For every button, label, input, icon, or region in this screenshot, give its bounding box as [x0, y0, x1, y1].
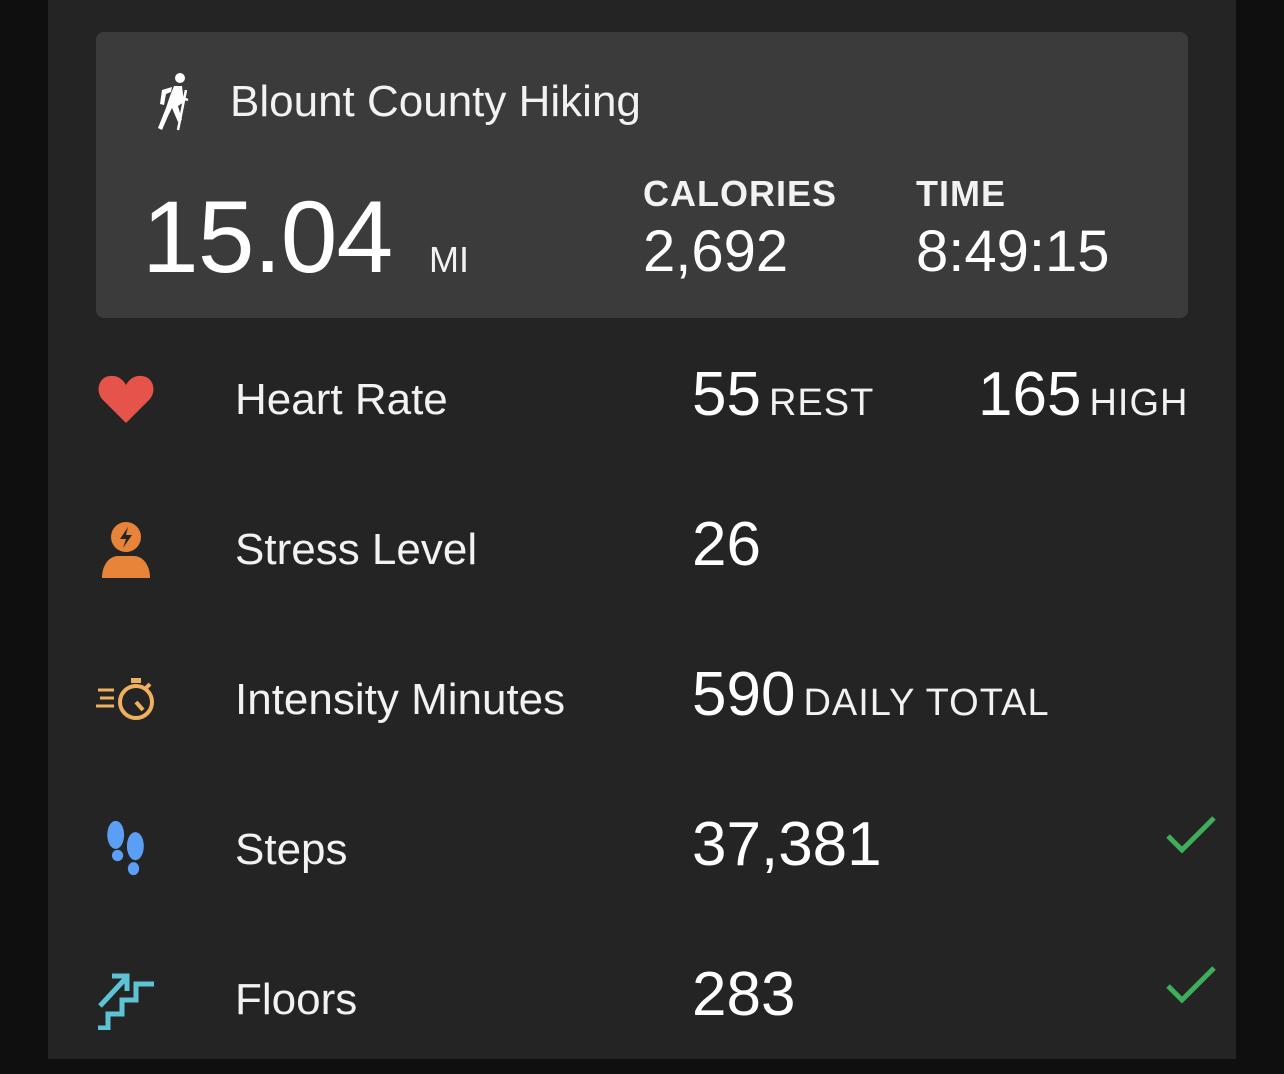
stress-level-label: Stress Level — [235, 525, 478, 574]
steps-goal-check-icon — [1166, 816, 1216, 854]
footprints-icon — [107, 820, 144, 876]
calories-label: CALORIES — [643, 173, 838, 214]
stopwatch-icon — [96, 678, 154, 720]
stress-level-row[interactable]: Stress Level 26 — [96, 474, 1188, 624]
floors-value: 283 — [692, 960, 796, 1029]
intensity-minutes-unit: DAILY TOTAL — [803, 682, 1050, 724]
stairs-icon — [98, 973, 154, 1030]
heart-icon — [98, 375, 154, 423]
heart-rate-high-value: 165 — [978, 360, 1082, 429]
intensity-minutes-total: 590 DAILY TOTAL — [692, 660, 1050, 738]
floors-label: Floors — [235, 975, 358, 1024]
time-value: 8:49:15 — [916, 219, 1110, 284]
calories-value: 2,692 — [643, 219, 789, 284]
intensity-minutes-label: Intensity Minutes — [235, 675, 566, 724]
intensity-minutes-value: 590 — [692, 660, 796, 729]
distance-unit: MI — [429, 239, 469, 280]
heart-rate-high: 165 HIGH — [978, 360, 1188, 438]
stress-level-value: 26 — [692, 510, 761, 579]
steps-label: Steps — [235, 825, 348, 874]
hiker-icon — [158, 73, 189, 131]
distance-value: 15.04 — [142, 180, 393, 294]
steps-row[interactable]: Steps 37,381 — [96, 774, 1216, 924]
heart-rate-rest: 55 REST — [692, 360, 874, 438]
steps-value: 37,381 — [692, 810, 882, 879]
floors-goal-check-icon — [1166, 966, 1216, 1004]
heart-rate-high-unit: HIGH — [1089, 382, 1189, 424]
activity-card[interactable]: Blount County Hiking 15.04 MI CALORIES 2… — [96, 32, 1188, 318]
heart-rate-label: Heart Rate — [235, 375, 448, 424]
heart-rate-row[interactable]: Heart Rate 55 REST 165 HIGH — [96, 324, 1188, 474]
daily-summary-panel: Blount County Hiking 15.04 MI CALORIES 2… — [48, 0, 1236, 1059]
floors-row[interactable]: Floors 283 — [96, 924, 1216, 1074]
heart-rate-rest-value: 55 — [692, 360, 761, 429]
activity-title: Blount County Hiking — [230, 77, 641, 126]
heart-rate-rest-unit: REST — [768, 382, 875, 424]
time-label: TIME — [916, 173, 1006, 214]
stress-person-icon — [102, 522, 150, 578]
intensity-minutes-row[interactable]: Intensity Minutes 590 DAILY TOTAL — [96, 624, 1188, 774]
